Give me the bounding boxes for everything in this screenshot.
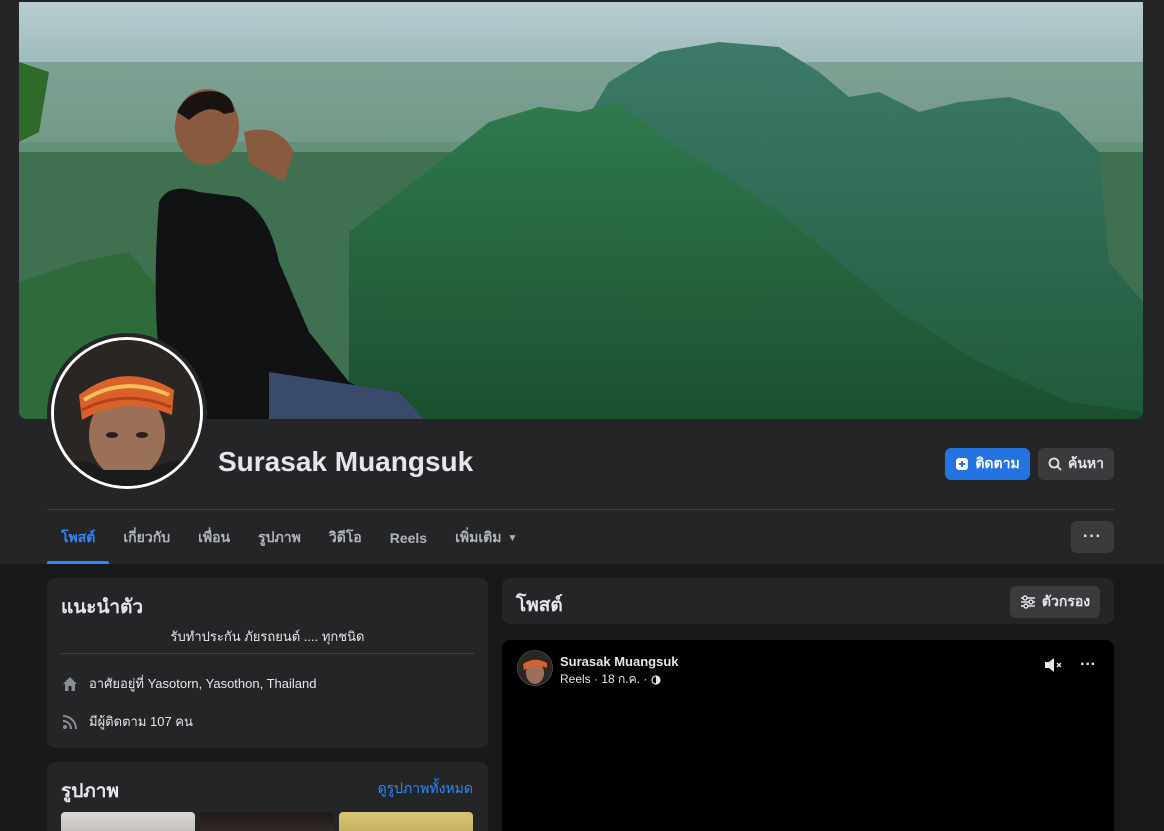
- filter-button[interactable]: ตัวกรอง: [1010, 586, 1100, 618]
- globe-icon: [651, 674, 661, 685]
- tab-posts[interactable]: โพสต์: [47, 512, 110, 564]
- cover-photo[interactable]: [19, 2, 1143, 419]
- rss-icon: [61, 713, 79, 731]
- search-button[interactable]: ค้นหา: [1038, 448, 1114, 480]
- photo-thumbnail[interactable]: [339, 812, 473, 831]
- intro-title: แนะนำตัว: [61, 597, 144, 618]
- follow-label: ติดตาม: [975, 455, 1020, 471]
- see-all-photos-link[interactable]: ดูรูปภาพทั้งหมด: [378, 778, 473, 800]
- caret-down-icon: ▼: [507, 532, 518, 544]
- mute-icon[interactable]: [1044, 657, 1064, 673]
- tab-label: รูปภาพ: [258, 529, 301, 545]
- tab-label: Reels: [389, 530, 428, 546]
- tab-about[interactable]: เกี่ยวกับ: [109, 512, 184, 564]
- post-author-name[interactable]: Surasak Muangsuk: [560, 654, 679, 669]
- tab-videos[interactable]: วิดีโอ: [315, 512, 376, 564]
- intro-divider: [61, 653, 474, 654]
- avatar-image: [51, 337, 203, 489]
- tab-label: วิดีโอ: [328, 529, 362, 545]
- profile-tabs: โพสต์ เกี่ยวกับ เพื่อน รูปภาพ วิดีโอ Ree…: [47, 512, 531, 564]
- follow-button[interactable]: ติดตาม: [945, 448, 1030, 480]
- search-label: ค้นหา: [1067, 455, 1105, 471]
- photo-thumbnail[interactable]: [200, 812, 334, 831]
- photos-card: รูปภาพ ดูรูปภาพทั้งหมด: [47, 762, 488, 831]
- profile-name: Surasak Muangsuk: [218, 446, 474, 477]
- intro-followers[interactable]: มีผู้ติดตาม 107 คน: [61, 711, 193, 732]
- post-actions: ···: [1044, 656, 1096, 674]
- tab-reels[interactable]: Reels: [376, 512, 441, 564]
- photos-title: รูปภาพ: [61, 781, 119, 802]
- tab-label: เพิ่มเติม: [455, 529, 502, 545]
- profile-avatar[interactable]: [47, 333, 207, 493]
- follow-icon: [956, 458, 969, 470]
- tab-photos[interactable]: รูปภาพ: [244, 512, 315, 564]
- followers-text: มีผู้ติดตาม 107 คน: [89, 714, 193, 729]
- posts-title: โพสต์: [516, 595, 563, 616]
- filter-sliders-icon: [1020, 595, 1035, 609]
- tab-label: โพสต์: [61, 529, 96, 545]
- post-meta-text: Reels · 18 ก.ค. ·: [560, 672, 648, 686]
- post-meta: Reels · 18 ก.ค. ·: [560, 670, 661, 689]
- tab-label: เพื่อน: [198, 529, 231, 545]
- tab-more[interactable]: เพิ่มเติม ▼: [441, 512, 531, 564]
- intro-lives-in: อาศัยอยู่ที่ Yasotorn, Yasothon, Thailan…: [61, 673, 316, 694]
- cover-landscape-image: [19, 2, 1143, 419]
- search-icon: [1048, 457, 1062, 471]
- intro-card: แนะนำตัว รับทำประกัน ภัยรถยนต์ .... ทุกช…: [47, 578, 488, 748]
- posts-header-card: โพสต์ ตัวกรอง: [502, 578, 1114, 624]
- more-options-button[interactable]: ···: [1071, 521, 1114, 553]
- post-author-avatar[interactable]: [517, 650, 553, 686]
- reel-post-card: Surasak Muangsuk Reels · 18 ก.ค. · ···: [502, 640, 1114, 831]
- post-more-icon[interactable]: ···: [1080, 656, 1096, 674]
- header-divider: [47, 509, 1114, 510]
- tab-friends[interactable]: เพื่อน: [184, 512, 244, 564]
- ellipsis-icon: ···: [1083, 528, 1102, 545]
- photo-thumbnail[interactable]: [61, 812, 195, 831]
- home-icon: [61, 675, 79, 693]
- tab-label: เกี่ยวกับ: [123, 529, 171, 545]
- lives-in-text: อาศัยอยู่ที่ Yasotorn, Yasothon, Thailan…: [89, 676, 317, 691]
- filter-label: ตัวกรอง: [1041, 593, 1091, 609]
- profile-header: Surasak Muangsuk ติดตาม ค้นหา โพสต์ เกี่…: [0, 0, 1164, 564]
- intro-bio: รับทำประกัน ภัยรถยนต์ .... ทุกชนิด: [170, 629, 365, 644]
